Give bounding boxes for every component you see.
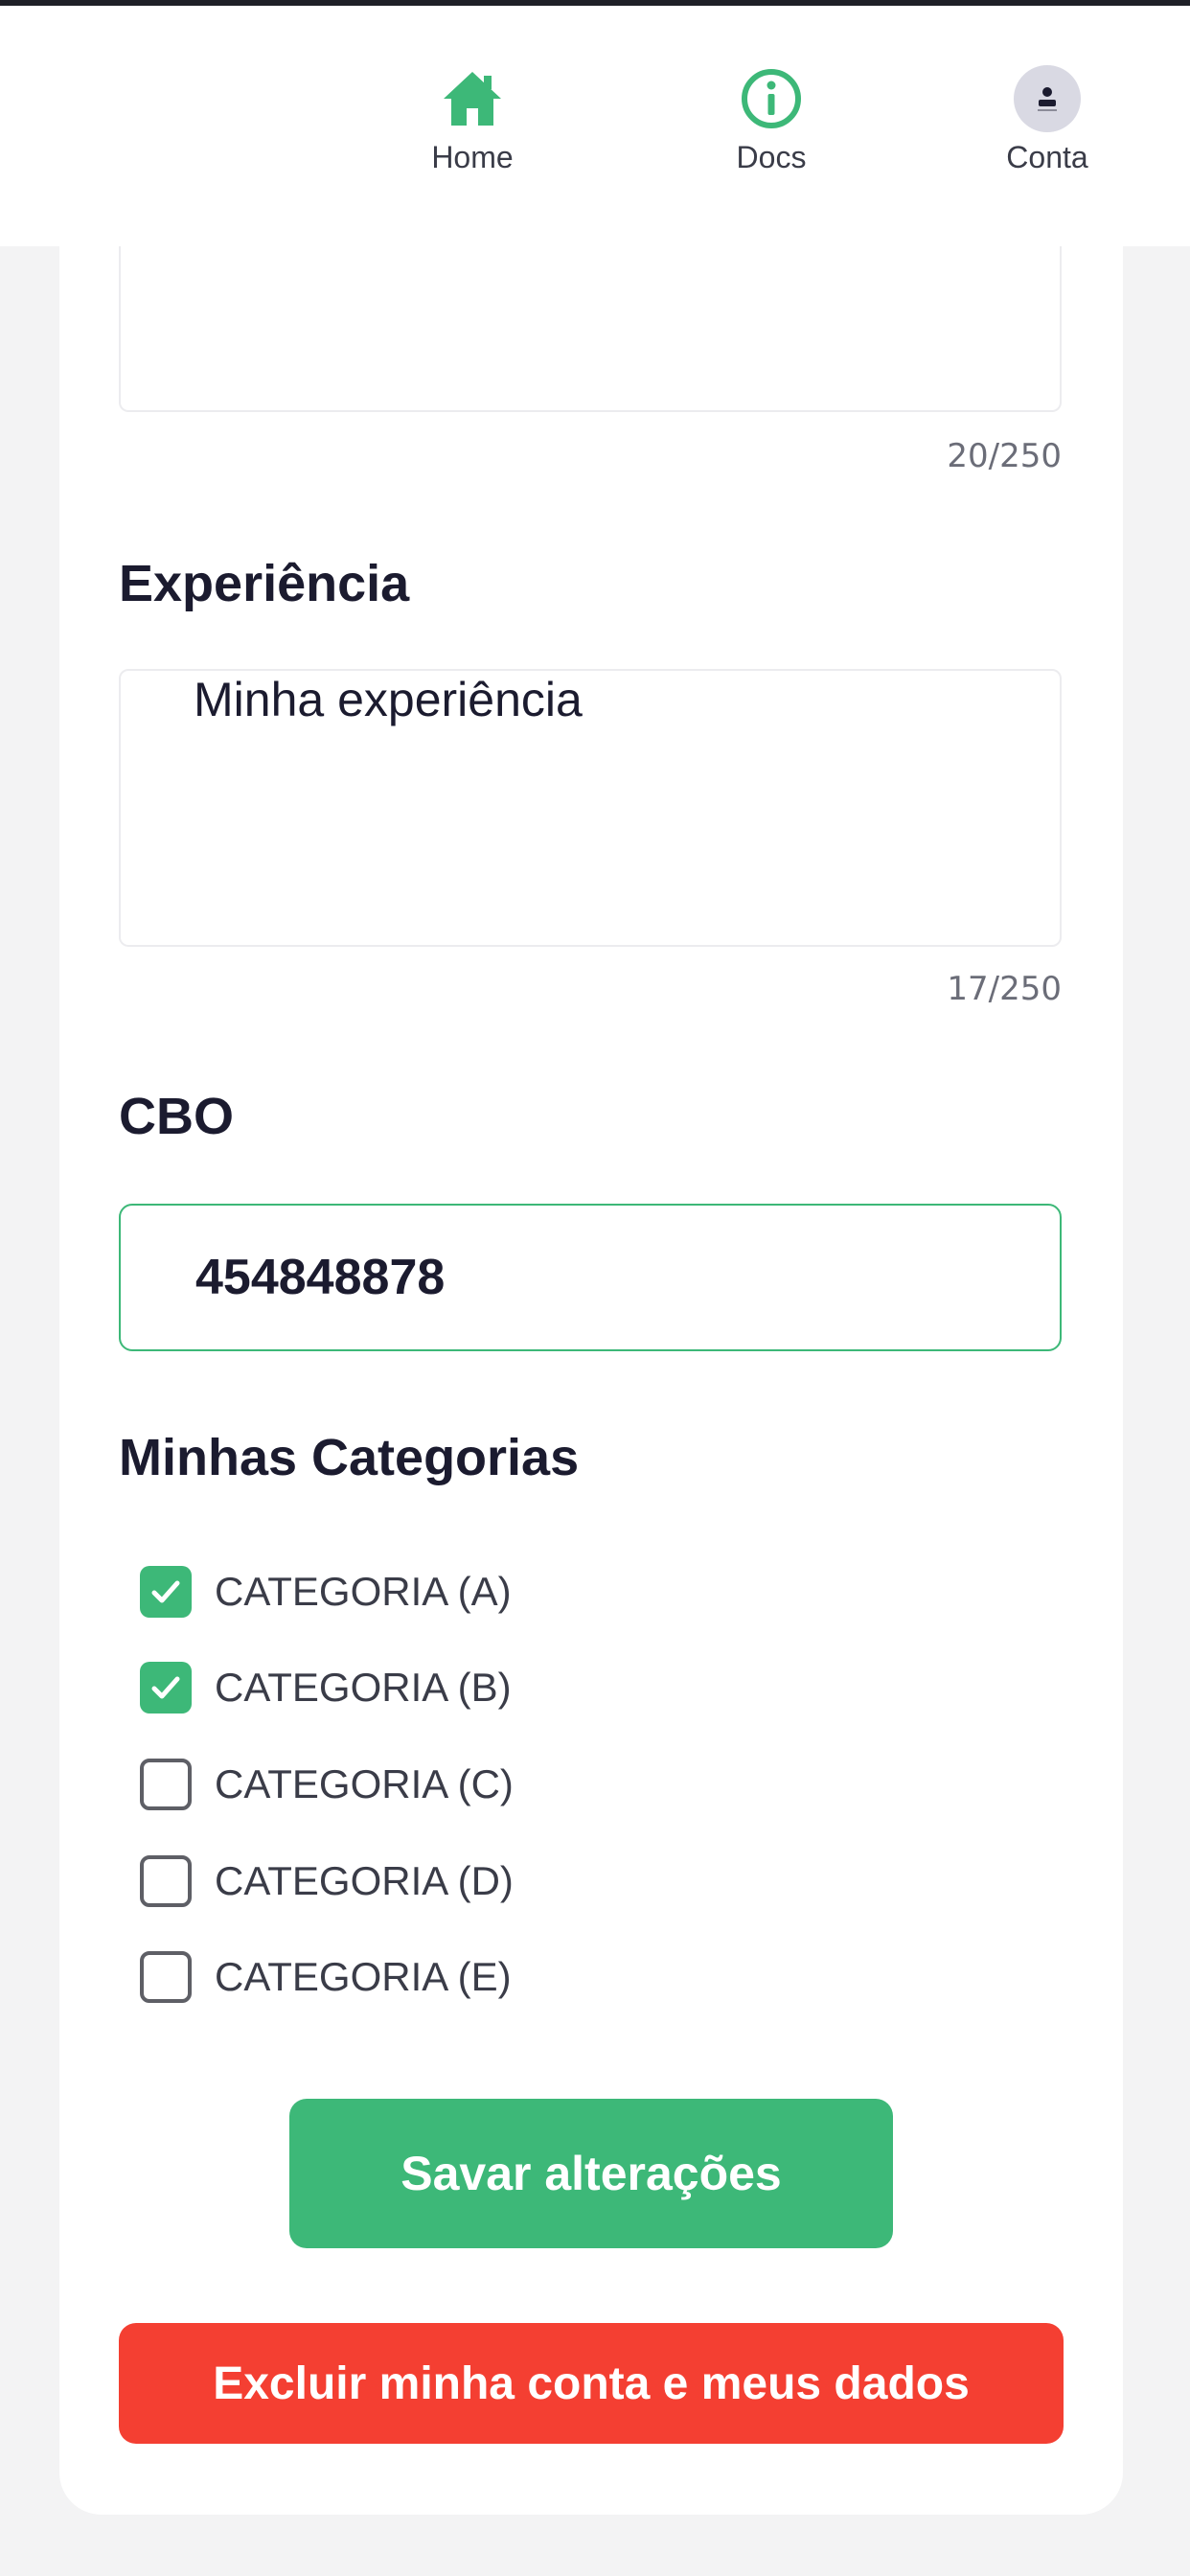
save-changes-button[interactable]: Savar alterações: [289, 2099, 893, 2248]
nav-label-conta: Conta: [1006, 140, 1088, 174]
checkbox-unchecked-icon[interactable]: [140, 1951, 192, 2003]
home-icon: [439, 65, 506, 132]
category-checkbox-c[interactable]: CATEGORIA (C): [140, 1759, 514, 1810]
save-changes-label: Savar alterações: [400, 2147, 782, 2200]
categories-title: Minhas Categorias: [119, 1429, 580, 1486]
delete-account-button[interactable]: Excluir minha conta e meus dados: [119, 2323, 1064, 2444]
top-navigation-bar: Home Docs Conta: [0, 0, 1190, 246]
category-label-c: CATEGORIA (C): [215, 1761, 514, 1806]
cbo-input[interactable]: 454848878: [119, 1204, 1062, 1351]
cbo-title: CBO: [119, 1088, 234, 1145]
nav-item-home[interactable]: Home: [377, 65, 568, 175]
bio-char-counter: 20/250: [947, 437, 1062, 475]
delete-account-label: Excluir minha conta e meus dados: [213, 2358, 970, 2409]
avatar-icon: [1014, 65, 1081, 132]
category-label-a: CATEGORIA (A): [215, 1569, 512, 1614]
experience-title: Experiência: [119, 555, 410, 612]
info-icon: [738, 65, 805, 132]
nav-label-docs: Docs: [736, 140, 807, 174]
category-checkbox-d[interactable]: CATEGORIA (D): [140, 1855, 514, 1907]
nav-item-docs[interactable]: Docs: [675, 65, 867, 175]
cbo-value: 454848878: [195, 1250, 446, 1305]
profile-form-card: 20/250 Experiência Minha experiência 17/…: [59, 182, 1123, 2515]
category-checkbox-b[interactable]: CATEGORIA (B): [140, 1662, 512, 1714]
nav-label-home: Home: [431, 140, 514, 174]
checkbox-checked-icon[interactable]: [140, 1662, 192, 1714]
category-label-e: CATEGORIA (E): [215, 1954, 512, 1999]
experience-char-counter: 17/250: [947, 970, 1062, 1008]
category-label-b: CATEGORIA (B): [215, 1665, 512, 1710]
checkbox-unchecked-icon[interactable]: [140, 1855, 192, 1907]
checkbox-checked-icon[interactable]: [140, 1566, 192, 1618]
nav-item-conta[interactable]: Conta: [951, 65, 1143, 175]
category-label-d: CATEGORIA (D): [215, 1858, 514, 1903]
experience-value: Minha experiência: [194, 673, 583, 726]
category-checkbox-a[interactable]: CATEGORIA (A): [140, 1566, 512, 1618]
category-checkbox-e[interactable]: CATEGORIA (E): [140, 1951, 512, 2003]
experience-textarea[interactable]: Minha experiência: [119, 669, 1062, 947]
checkbox-unchecked-icon[interactable]: [140, 1759, 192, 1810]
